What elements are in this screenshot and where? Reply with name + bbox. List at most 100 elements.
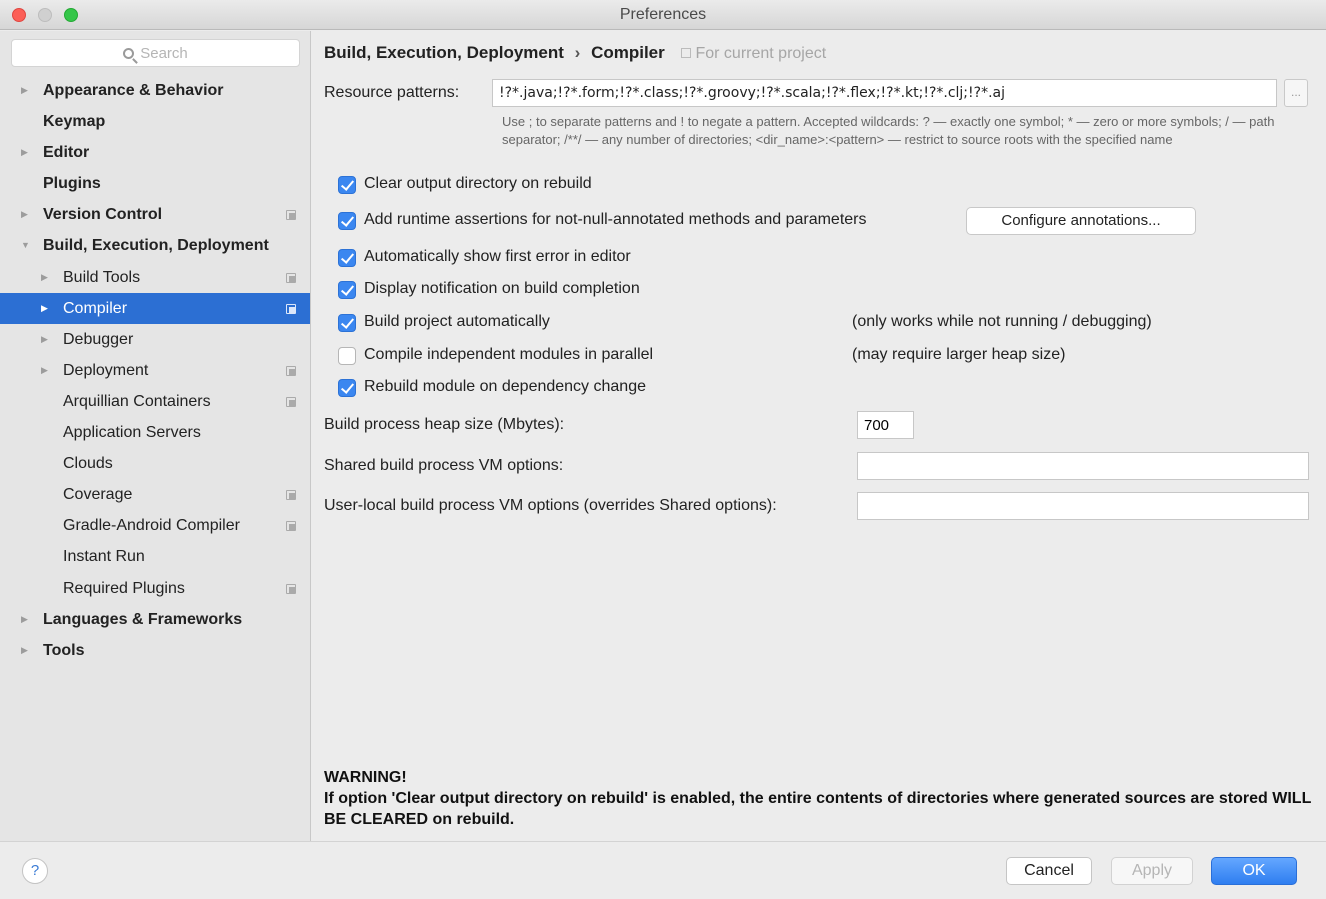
resource-patterns-label: Resource patterns:	[324, 84, 460, 101]
sidebar-item-label: Instant Run	[63, 548, 145, 566]
option-label: Add runtime assertions for not-null-anno…	[364, 211, 867, 228]
expand-arrow-icon[interactable]: ▶	[21, 137, 28, 168]
sidebar-item-coverage[interactable]: Coverage	[0, 479, 310, 510]
checkbox-checked[interactable]	[338, 379, 356, 397]
preferences-window: Preferences Search ▶ Appearance & Behavio…	[0, 0, 1326, 899]
breadcrumb-current: Compiler	[591, 43, 665, 62]
sidebar-item-instant-run[interactable]: Instant Run	[0, 541, 310, 572]
cancel-button[interactable]: Cancel	[1006, 857, 1092, 885]
sidebar-item-label: Languages & Frameworks	[43, 610, 243, 628]
expand-arrow-icon[interactable]: ▶	[21, 75, 28, 106]
sidebar-item-application-servers[interactable]: Application Servers	[0, 417, 310, 448]
search-input[interactable]: Search	[11, 39, 300, 67]
project-scope-icon	[681, 48, 692, 58]
sidebar-item-tools[interactable]: ▶ Tools	[0, 635, 310, 666]
sidebar-item-label: Deployment	[63, 361, 149, 379]
sidebar-item-label: Clouds	[63, 455, 113, 473]
project-level-icon	[286, 396, 296, 407]
sidebar-item-label: Application Servers	[63, 424, 201, 442]
heap-size-label: Build process heap size (Mbytes):	[324, 416, 565, 433]
resource-patterns-input[interactable]	[492, 79, 1277, 107]
project-level-icon	[286, 365, 296, 376]
breadcrumb-parent: Build, Execution, Deployment	[324, 43, 564, 62]
sidebar-item-plugins[interactable]: Plugins	[0, 168, 310, 199]
expand-arrow-icon[interactable]: ▶	[21, 635, 28, 666]
sidebar-item-clouds[interactable]: Clouds	[0, 448, 310, 479]
expand-arrow-icon[interactable]: ▶	[41, 293, 48, 324]
sidebar-item-gradle-android-compiler[interactable]: Gradle-Android Compiler	[0, 510, 310, 541]
expand-arrow-icon[interactable]: ▶	[41, 355, 48, 386]
sidebar-item-label: Coverage	[63, 486, 133, 504]
checkbox-checked[interactable]	[338, 212, 356, 230]
sidebar-item-label: Build Tools	[63, 268, 141, 286]
sidebar-item-editor[interactable]: ▶ Editor	[0, 137, 310, 168]
sidebar-item-label: Compiler	[63, 299, 128, 317]
expand-arrow-icon[interactable]: ▶	[41, 262, 48, 293]
apply-button[interactable]: Apply	[1111, 857, 1193, 885]
collapse-arrow-icon[interactable]: ▼	[21, 230, 30, 261]
checkbox-unchecked[interactable]	[338, 347, 356, 365]
project-level-icon	[286, 210, 296, 221]
expand-resource-patterns-button[interactable]: ...	[1284, 79, 1308, 107]
sidebar-item-languages-frameworks[interactable]: ▶ Languages & Frameworks	[0, 604, 310, 635]
checkbox-checked[interactable]	[338, 314, 356, 332]
title-bar: Preferences	[0, 0, 1326, 30]
expand-arrow-icon[interactable]: ▶	[21, 199, 28, 230]
project-level-icon	[286, 303, 296, 314]
sidebar-item-debugger[interactable]: ▶ Debugger	[0, 324, 310, 355]
help-button[interactable]: ?	[22, 858, 48, 884]
sidebar-item-label: Plugins	[43, 175, 101, 193]
project-level-icon	[286, 272, 296, 283]
checkbox-checked[interactable]	[338, 281, 356, 299]
expand-arrow-icon[interactable]: ▶	[21, 604, 28, 635]
search-icon	[123, 48, 135, 59]
dialog-footer: ? Cancel Apply OK	[0, 841, 1326, 899]
breadcrumb-separator: ›	[574, 43, 581, 62]
project-scope-label: For current project	[695, 45, 827, 62]
option-label: Rebuild module on dependency change	[364, 378, 646, 395]
heap-size-input[interactable]	[857, 411, 914, 439]
expand-arrow-icon[interactable]: ▶	[41, 324, 48, 355]
sidebar-item-label: Appearance & Behavior	[43, 82, 224, 99]
project-level-icon	[286, 490, 296, 501]
user-vm-options-label: User-local build process VM options (ove…	[324, 497, 777, 514]
checkbox-checked[interactable]	[338, 249, 356, 267]
sidebar-item-appearance-behavior[interactable]: ▶ Appearance & Behavior	[0, 75, 310, 106]
sidebar-item-build-execution-deployment[interactable]: ▼ Build, Execution, Deployment	[0, 230, 310, 261]
sidebar-item-label: Debugger	[63, 330, 134, 348]
sidebar-item-deployment[interactable]: ▶ Deployment	[0, 355, 310, 386]
sidebar-item-version-control[interactable]: ▶ Version Control	[0, 199, 310, 230]
sidebar-item-label: Editor	[43, 144, 90, 162]
option-label: Display notification on build completion	[364, 280, 640, 297]
search-placeholder: Search	[12, 45, 299, 62]
warning-text: If option 'Clear output directory on reb…	[324, 790, 1312, 828]
option-note: (only works while not running / debuggin…	[852, 313, 1152, 330]
option-label: Build project automatically	[364, 313, 550, 330]
user-vm-options-input[interactable]	[857, 492, 1309, 520]
compiler-settings-panel: Build, Execution, Deployment › Compiler …	[312, 31, 1326, 841]
configure-annotations-button[interactable]: Configure annotations...	[966, 207, 1196, 235]
sidebar-item-build-tools[interactable]: ▶ Build Tools	[0, 262, 310, 293]
option-label: Automatically show first error in editor	[364, 248, 631, 265]
sidebar-item-label: Gradle-Android Compiler	[63, 517, 240, 535]
sidebar-item-arquillian-containers[interactable]: Arquillian Containers	[0, 386, 310, 417]
sidebar-item-required-plugins[interactable]: Required Plugins	[0, 573, 310, 604]
sidebar-item-label: Required Plugins	[63, 579, 185, 597]
sidebar-item-compiler[interactable]: ▶ Compiler	[0, 292, 310, 324]
sidebar-item-label: Build, Execution, Deployment	[43, 237, 269, 255]
option-label: Compile independent modules in parallel	[364, 346, 654, 363]
settings-tree: ▶ Appearance & Behavior Keymap ▶ Editor Plugi…	[0, 75, 310, 666]
sidebar-item-keymap[interactable]: Keymap	[0, 106, 310, 137]
sidebar-item-label: Keymap	[43, 113, 106, 131]
checkbox-checked[interactable]	[338, 176, 356, 194]
ok-button[interactable]: OK	[1211, 857, 1297, 885]
sidebar-item-label: Version Control	[43, 206, 163, 224]
project-level-icon	[286, 521, 296, 532]
search-placeholder-text: Search	[140, 45, 188, 62]
shared-vm-options-input[interactable]	[857, 452, 1309, 480]
warning-title: WARNING!	[324, 769, 407, 786]
shared-vm-options-label: Shared build process VM options:	[324, 457, 564, 474]
project-level-icon	[286, 583, 296, 594]
rebuild-warning: WARNING! If option 'Clear output directo…	[324, 767, 1314, 830]
sidebar-item-label: Tools	[43, 641, 85, 659]
